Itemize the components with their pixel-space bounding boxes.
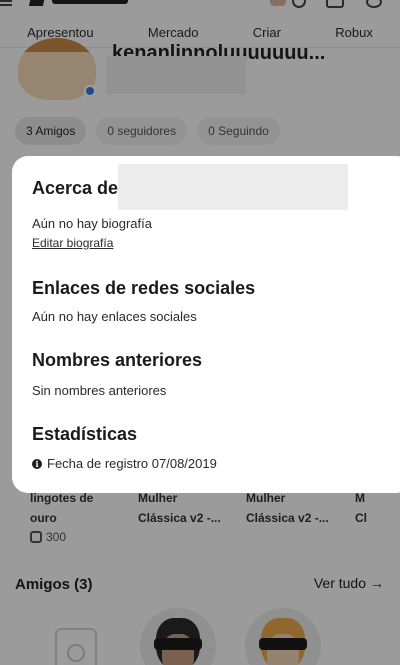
join-date-row: i Fecha de registro 07/08/2019 <box>32 456 217 471</box>
about-title: Acerca de <box>32 178 119 198</box>
info-icon: i <box>32 458 42 469</box>
edit-bio-link[interactable]: Editar biografía <box>32 236 113 250</box>
past-names-title: Nombres anteriores <box>32 350 203 370</box>
about-modal: Acerca de Aún no hay biografía Editar bi… <box>12 156 400 493</box>
social-links-text: Aún no hay enlaces sociales <box>32 309 197 324</box>
redacted-username <box>118 164 348 210</box>
statistics-title: Estadísticas <box>32 424 138 444</box>
past-names-text: Sin nombres anteriores <box>32 383 167 398</box>
bio-text: Aún no hay biografía <box>32 216 152 231</box>
join-date-text: Fecha de registro 07/08/2019 <box>47 456 217 471</box>
social-links-title: Enlaces de redes sociales <box>32 278 256 298</box>
